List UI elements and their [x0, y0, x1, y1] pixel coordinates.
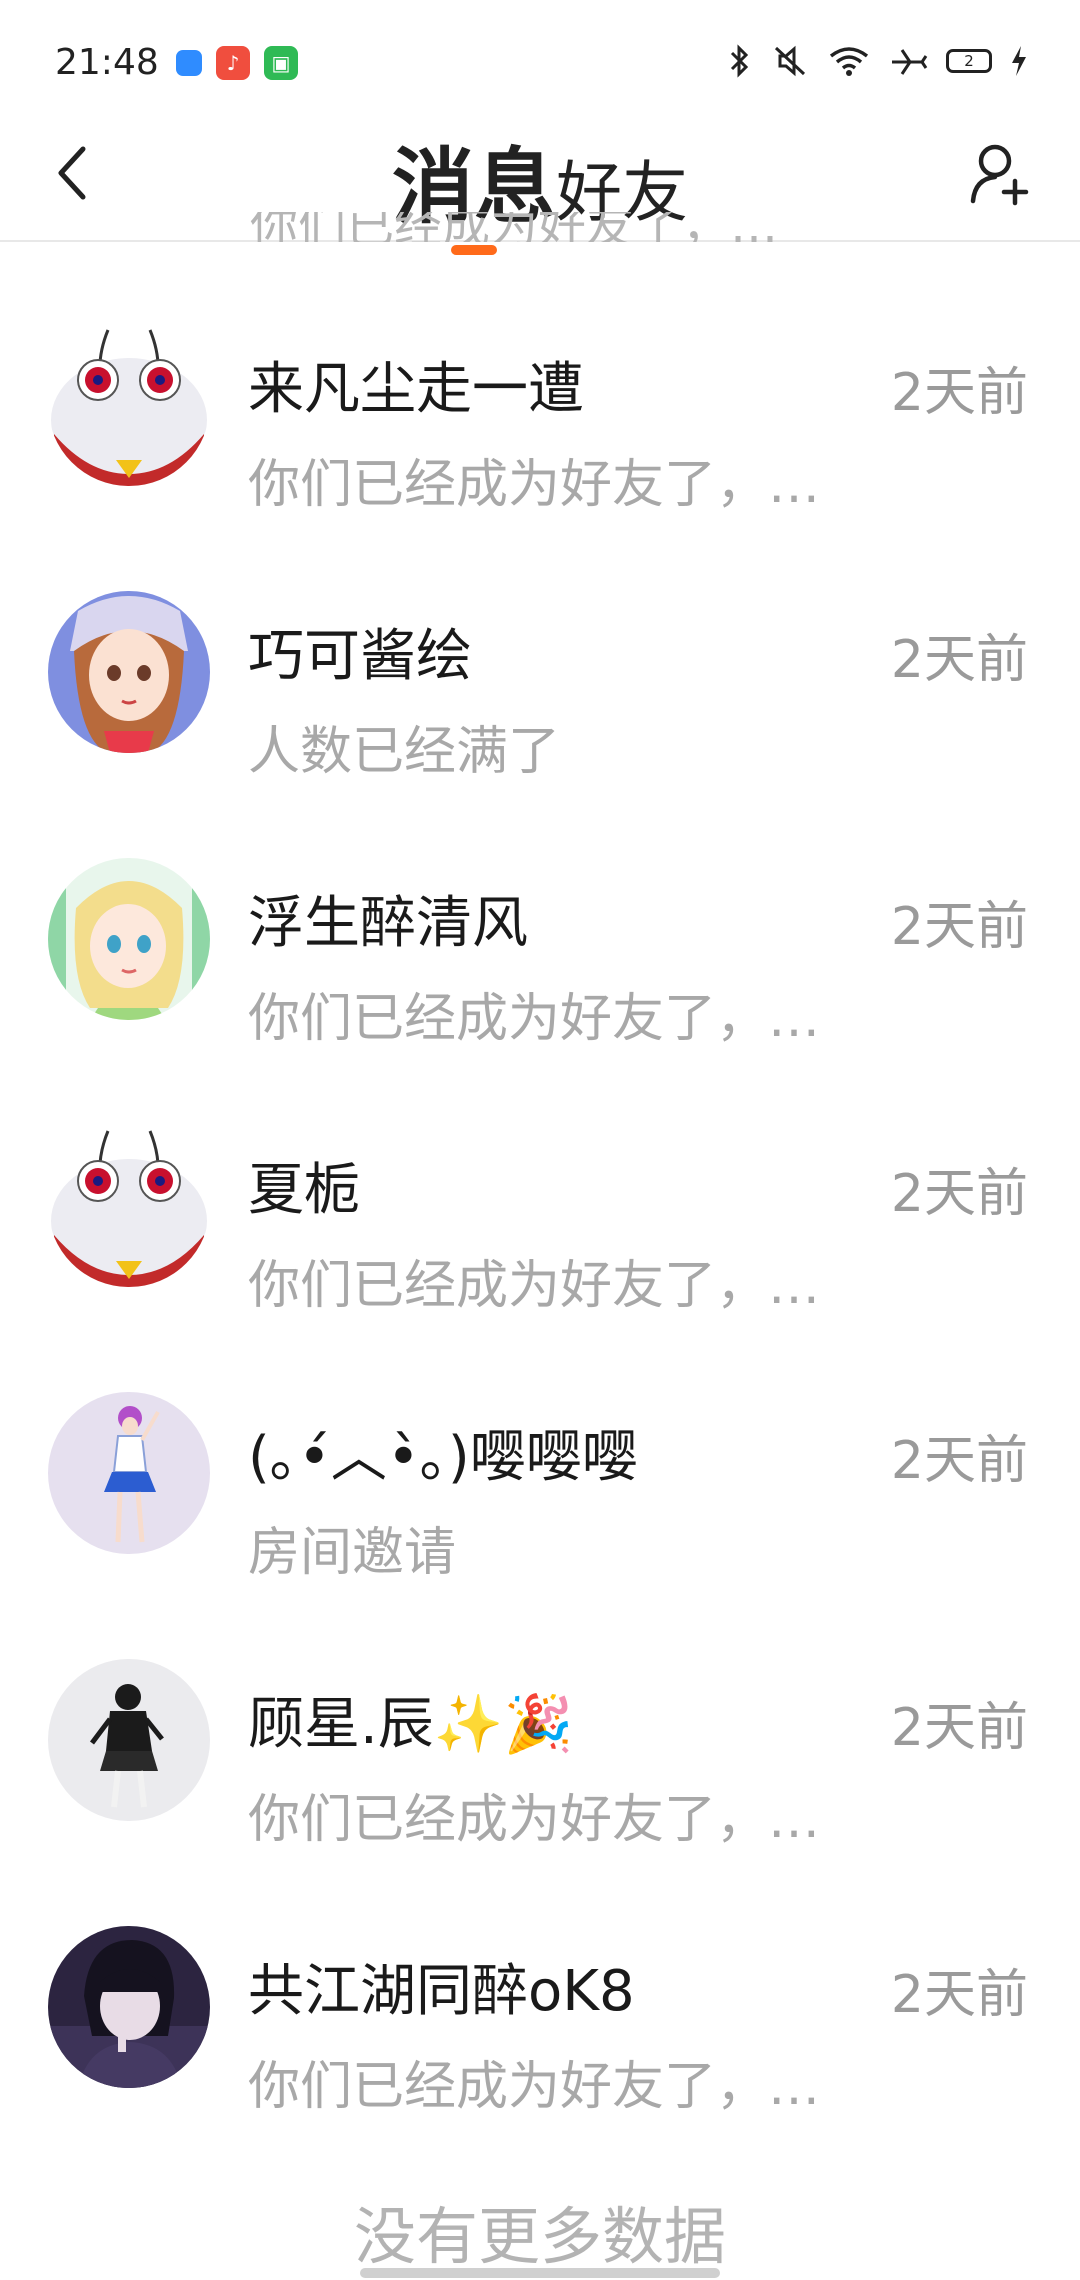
message-time: 2天前: [890, 1164, 1028, 1224]
message-preview: 人数已经满了: [248, 722, 561, 782]
avatar[interactable]: [48, 1125, 210, 1287]
message-time: 2天前: [890, 630, 1028, 690]
message-time: 2天前: [890, 363, 1028, 423]
contact-name: 浮生醉清风: [248, 891, 528, 956]
message-preview: 你们已经成为好友了，…: [248, 1790, 821, 1850]
app-blue-icon: [176, 50, 202, 76]
message-time: 2天前: [890, 1431, 1028, 1491]
message-preview: 你们已经成为好友了，…: [248, 989, 821, 1049]
avatar[interactable]: [48, 1659, 210, 1821]
avatar[interactable]: [48, 591, 210, 753]
message-time: 2天前: [890, 1965, 1028, 2025]
conversation-item[interactable]: (｡•́︿•̀｡)嘤嘤嘤 2天前 房间邀请: [0, 1368, 1080, 1635]
status-bar: 21:48 ♪ ▣ 2: [0, 0, 1080, 110]
avatar[interactable]: [48, 858, 210, 1020]
contact-name: 巧可酱绘: [248, 624, 472, 689]
message-time: 2天前: [890, 897, 1028, 957]
partial-list-item-preview: 你们已经成为好友了，…: [250, 212, 779, 242]
status-time: 21:48: [55, 42, 159, 83]
message-preview: 你们已经成为好友了，…: [248, 1256, 821, 1316]
message-preview: 你们已经成为好友了，…: [248, 455, 821, 515]
avatar[interactable]: [48, 1926, 210, 2088]
bluetooth-icon: [730, 44, 749, 78]
avatar[interactable]: [48, 324, 210, 486]
conversation-list: 来凡尘走一遭 2天前 你们已经成为好友了，… 巧可酱绘 2天前 人数已经满了 浮…: [0, 300, 1080, 2169]
battery-icon: 2: [946, 49, 992, 73]
conversation-item[interactable]: 浮生醉清风 2天前 你们已经成为好友了，…: [0, 834, 1080, 1101]
add-user-icon: [970, 144, 1029, 206]
active-tab-indicator: [450, 245, 497, 255]
music-app-icon: ♪: [216, 46, 250, 80]
system-status-icons: 2: [728, 44, 1028, 78]
avatar[interactable]: [48, 1392, 210, 1554]
airplane-icon: [892, 49, 928, 75]
contact-name: 夏栀: [248, 1158, 360, 1223]
conversation-item[interactable]: 夏栀 2天前 你们已经成为好友了，…: [0, 1101, 1080, 1368]
conversation-item[interactable]: 巧可酱绘 2天前 人数已经满了: [0, 567, 1080, 834]
message-preview: 你们已经成为好友了，…: [248, 2057, 821, 2117]
no-more-data-label: 没有更多数据: [353, 2200, 726, 2273]
contact-name: (｡•́︿•̀｡)嘤嘤嘤: [248, 1425, 638, 1490]
conversation-item[interactable]: 来凡尘走一遭 2天前 你们已经成为好友了，…: [0, 300, 1080, 567]
contact-name: 顾星.辰✨🎉: [248, 1692, 574, 1757]
mute-icon: [774, 45, 806, 77]
conversation-item[interactable]: 共江湖同醉oK8 2天前 你们已经成为好友了，…: [0, 1902, 1080, 2169]
wifi-icon: [829, 47, 869, 76]
notification-icons: ♪ ▣: [176, 46, 298, 80]
home-indicator[interactable]: [360, 2268, 720, 2278]
conversation-item[interactable]: 顾星.辰✨🎉 2天前 你们已经成为好友了，…: [0, 1635, 1080, 1902]
add-friend-button[interactable]: [960, 134, 1040, 214]
contact-name: 共江湖同醉oK8: [248, 1959, 635, 2024]
message-preview: 房间邀请: [248, 1523, 457, 1583]
message-time: 2天前: [890, 1698, 1028, 1758]
contact-name: 来凡尘走一遭: [248, 357, 584, 422]
charging-icon: [1012, 46, 1026, 76]
store-app-icon: ▣: [264, 46, 298, 80]
